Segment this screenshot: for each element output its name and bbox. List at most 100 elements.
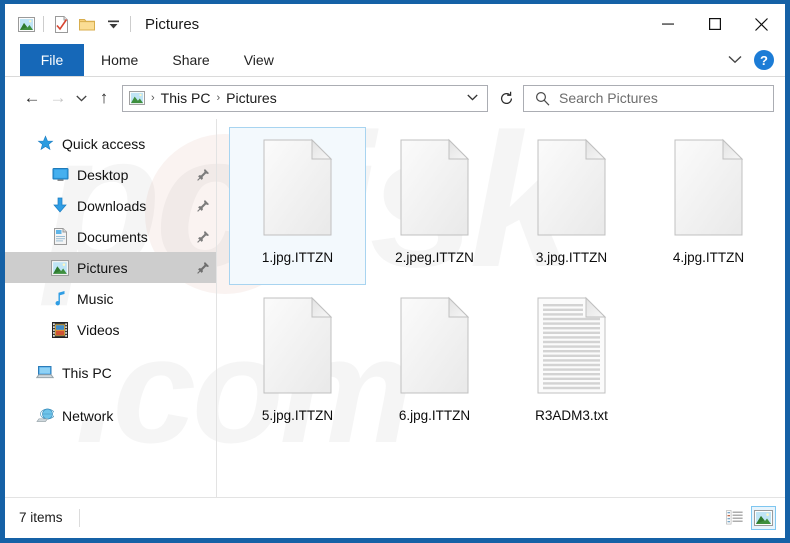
- sidebar-item-label: Desktop: [77, 166, 129, 183]
- file-item[interactable]: 5.jpg.ITTZN: [229, 285, 366, 443]
- sidebar-item-label: Downloads: [77, 197, 147, 214]
- blank-file-icon: [397, 138, 473, 238]
- view-mode-buttons: [722, 505, 776, 530]
- file-label: R3ADM3.txt: [535, 408, 608, 423]
- blank-file-icon: [260, 296, 336, 396]
- blank-file-icon: [534, 138, 610, 238]
- search-icon: [535, 91, 550, 106]
- sidebar-item-downloads[interactable]: Downloads: [5, 190, 216, 221]
- back-button[interactable]: ←: [19, 85, 45, 111]
- network-icon: [35, 406, 55, 426]
- breadcrumb-separator-1[interactable]: ›: [213, 92, 223, 104]
- file-label: 1.jpg.ITTZN: [261, 250, 334, 265]
- documents-icon: [50, 227, 70, 247]
- explorer-window: pcrisk .com: [0, 0, 790, 543]
- quick-access-toolbar: [5, 11, 135, 37]
- file-item[interactable]: 3.jpg.ITTZN: [503, 127, 640, 285]
- pin-icon[interactable]: [197, 261, 210, 274]
- sidebar-item-desktop[interactable]: Desktop: [5, 159, 216, 190]
- file-label: 5.jpg.ITTZN: [261, 408, 334, 423]
- desktop-icon: [50, 165, 70, 185]
- downloads-icon: [50, 196, 70, 216]
- maximize-button[interactable]: [691, 4, 738, 44]
- pin-icon[interactable]: [197, 168, 210, 181]
- new-folder-icon[interactable]: [74, 11, 100, 37]
- breadcrumb-separator-0[interactable]: ›: [148, 92, 158, 104]
- sidebar-item-network[interactable]: Network: [5, 400, 216, 431]
- refresh-button[interactable]: [492, 85, 520, 112]
- forward-button: →: [49, 88, 67, 107]
- file-label: 6.jpg.ITTZN: [398, 408, 471, 423]
- breadcrumb-chevron-down-icon[interactable]: [460, 92, 485, 104]
- tab-file[interactable]: File: [20, 44, 84, 76]
- sidebar-item-label: This PC: [62, 364, 112, 381]
- recent-locations-chevron-down-icon[interactable]: [71, 85, 91, 111]
- sidebar-item-videos[interactable]: Videos: [5, 314, 216, 345]
- text-file-icon: [534, 296, 610, 396]
- file-label: 3.jpg.ITTZN: [535, 250, 608, 265]
- breadcrumb[interactable]: › This PC › Pictures: [122, 84, 488, 112]
- address-bar: ← → ↑ › This PC › Pictures Search Pictur…: [5, 77, 785, 119]
- explorer-body: Quick access Desktop Downloads Documents…: [5, 119, 785, 497]
- pictures-icon: [50, 258, 70, 278]
- file-grid: 1.jpg.ITTZN 2.jpeg.ITTZN 3.jpg.ITTZN 4.j…: [229, 127, 785, 443]
- expand-ribbon-chevron-down-icon[interactable]: [722, 51, 748, 69]
- breadcrumb-item-pictures[interactable]: Pictures: [223, 90, 280, 106]
- help-button[interactable]: ?: [754, 50, 774, 70]
- search-input[interactable]: Search Pictures: [523, 84, 774, 112]
- status-bar: 7 items: [5, 497, 785, 537]
- file-label: 4.jpg.ITTZN: [672, 250, 745, 265]
- file-label: 2.jpeg.ITTZN: [395, 250, 474, 265]
- properties-icon[interactable]: [48, 11, 74, 37]
- qat-separator-2: [130, 16, 131, 32]
- pictures-folder-icon[interactable]: [13, 11, 39, 37]
- details-view-button[interactable]: [722, 506, 747, 530]
- blank-file-icon: [671, 138, 747, 238]
- blank-file-icon: [397, 296, 473, 396]
- tab-view[interactable]: View: [227, 44, 291, 76]
- sidebar-item-quick-access[interactable]: Quick access: [5, 128, 216, 159]
- sidebar-item-documents[interactable]: Documents: [5, 221, 216, 252]
- tab-share[interactable]: Share: [155, 44, 226, 76]
- file-list-pane[interactable]: 1.jpg.ITTZN 2.jpeg.ITTZN 3.jpg.ITTZN 4.j…: [217, 119, 785, 497]
- sidebar-gap-2: [5, 388, 216, 400]
- videos-icon: [50, 320, 70, 340]
- title-bar: Pictures: [5, 4, 785, 44]
- window-title: Pictures: [145, 15, 200, 33]
- sidebar-item-label: Videos: [77, 321, 120, 338]
- file-item[interactable]: 6.jpg.ITTZN: [366, 285, 503, 443]
- sidebar-item-music[interactable]: Music: [5, 283, 216, 314]
- breadcrumb-pictures-icon: [129, 91, 145, 105]
- pin-icon[interactable]: [197, 199, 210, 212]
- minimize-button[interactable]: [644, 4, 691, 44]
- sidebar-item-label: Documents: [77, 228, 148, 245]
- file-item[interactable]: 1.jpg.ITTZN: [229, 127, 366, 285]
- file-item[interactable]: R3ADM3.txt: [503, 285, 640, 443]
- this-pc-icon: [35, 363, 55, 383]
- file-item[interactable]: 4.jpg.ITTZN: [640, 127, 777, 285]
- sidebar-item-label: Music: [77, 290, 114, 307]
- blank-file-icon: [260, 138, 336, 238]
- customize-qat-caret-icon[interactable]: [100, 11, 126, 37]
- sidebar-item-this-pc[interactable]: This PC: [5, 357, 216, 388]
- search-placeholder: Search Pictures: [559, 90, 658, 106]
- up-button[interactable]: ↑: [91, 85, 117, 111]
- music-icon: [50, 289, 70, 309]
- qat-separator-1: [43, 16, 44, 32]
- file-item[interactable]: 2.jpeg.ITTZN: [366, 127, 503, 285]
- status-separator: [78, 508, 80, 527]
- item-count-label: 7 items: [19, 510, 63, 525]
- sidebar-item-label: Pictures: [77, 259, 128, 276]
- star-icon: [35, 134, 55, 154]
- sidebar-item-label: Network: [62, 407, 114, 424]
- ribbon-tab-bar: File Home Share View ?: [5, 44, 785, 77]
- tab-home[interactable]: Home: [84, 44, 155, 76]
- breadcrumb-item-this-pc[interactable]: This PC: [158, 90, 214, 106]
- sidebar-item-pictures[interactable]: Pictures: [5, 252, 216, 283]
- window-controls: [644, 4, 785, 44]
- sidebar-gap-1: [5, 345, 216, 357]
- large-icons-view-button[interactable]: [751, 505, 776, 530]
- close-button[interactable]: [738, 4, 785, 44]
- pin-icon[interactable]: [197, 230, 210, 243]
- sidebar-item-label: Quick access: [62, 135, 146, 152]
